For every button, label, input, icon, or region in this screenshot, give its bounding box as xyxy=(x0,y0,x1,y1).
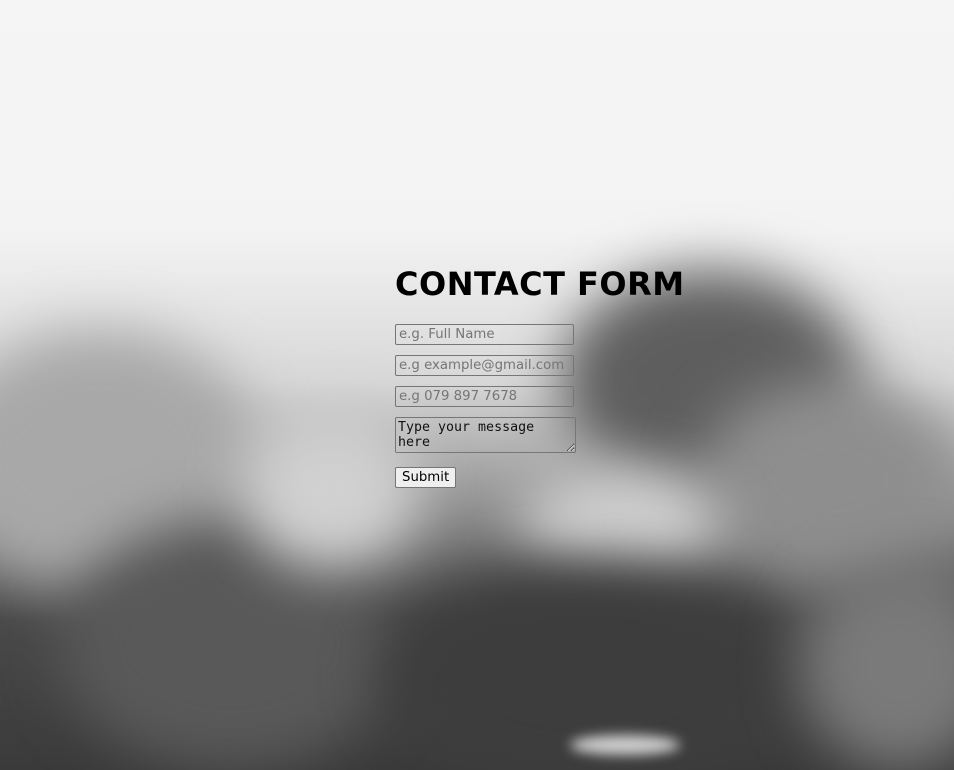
submit-button[interactable]: Submit xyxy=(395,467,457,488)
contact-form: CONTACT FORM Submit xyxy=(395,262,715,488)
background-image xyxy=(0,0,954,770)
full-name-input[interactable] xyxy=(395,324,574,345)
form-title: CONTACT FORM xyxy=(395,265,685,303)
email-input[interactable] xyxy=(395,355,574,376)
message-textarea[interactable] xyxy=(395,417,576,453)
phone-input[interactable] xyxy=(395,386,574,407)
